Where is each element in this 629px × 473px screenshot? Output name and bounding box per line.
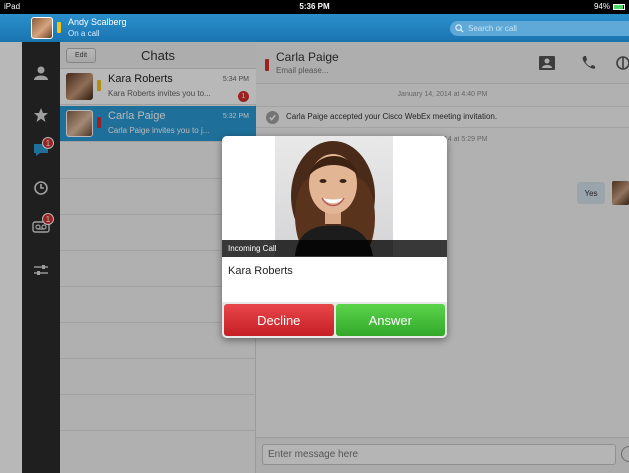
search-placeholder: Search or call bbox=[468, 24, 517, 33]
caller-info: Kara Roberts bbox=[222, 257, 447, 302]
caller-photo: Incoming Call bbox=[222, 136, 447, 257]
status-bar: iPad 5:36 PM 94% bbox=[0, 0, 629, 14]
call-actions: Decline Answer bbox=[222, 302, 447, 338]
answer-button[interactable]: Answer bbox=[335, 304, 445, 336]
caller-photo-image bbox=[275, 136, 393, 256]
battery-indicator: 94% bbox=[594, 2, 625, 11]
user-presence-indicator bbox=[57, 22, 61, 33]
status-time: 5:36 PM bbox=[299, 2, 330, 11]
battery-fill bbox=[614, 4, 624, 9]
battery-icon bbox=[613, 3, 625, 10]
user-status: On a call bbox=[68, 29, 100, 38]
incoming-call-dialog: Incoming Call Kara Roberts Decline Answe… bbox=[222, 136, 447, 338]
decline-button[interactable]: Decline bbox=[224, 304, 334, 336]
user-avatar[interactable] bbox=[31, 17, 53, 39]
top-header: Andy Scalberg On a call Search or call bbox=[0, 14, 629, 42]
caller-name: Kara Roberts bbox=[228, 265, 293, 277]
user-name[interactable]: Andy Scalberg bbox=[68, 17, 127, 27]
search-input[interactable]: Search or call bbox=[450, 21, 629, 36]
search-icon bbox=[455, 24, 464, 33]
incoming-call-label: Incoming Call bbox=[222, 240, 447, 257]
battery-percent: 94% bbox=[593, 2, 610, 11]
